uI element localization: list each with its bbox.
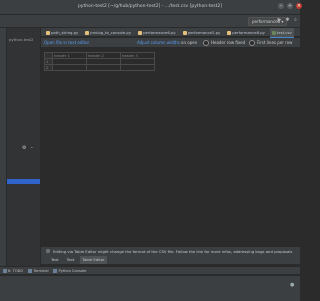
- first-col-checkbox[interactable]: [249, 40, 255, 46]
- table-cell[interactable]: [86, 64, 121, 71]
- settings-icon[interactable]: ⚙: [22, 145, 26, 151]
- editor-tabs: path_string.py jmvlog_to_console.py perf…: [41, 28, 300, 38]
- python-file-icon: [227, 30, 232, 35]
- debug-icon[interactable]: ✱: [284, 17, 291, 24]
- tab-jmvlog[interactable]: jmvlog_to_console.py: [83, 28, 133, 37]
- close-button[interactable]: ×: [296, 3, 302, 9]
- editor-mode-tabs: Text Text Table Editor: [41, 256, 300, 264]
- python-file-icon: [182, 30, 187, 35]
- tab-path-string[interactable]: path_string.py: [44, 28, 80, 37]
- project-panel: python-test2 ⚙ –: [7, 28, 41, 266]
- tab-test-csv[interactable]: test.csv: [269, 28, 294, 38]
- title-bar: python-test2 [~/g/hub/python-test2] - ..…: [0, 0, 302, 15]
- tab-performance8[interactable]: performance8.py: [225, 28, 267, 37]
- terminal-tool-button[interactable]: Terminal: [28, 267, 48, 275]
- open-in-text-editor-link[interactable]: Open file in text editor: [44, 38, 89, 47]
- tab-text[interactable]: Text: [49, 256, 61, 264]
- table-cell[interactable]: [52, 64, 87, 71]
- python-console-tool-button[interactable]: Python Console: [53, 267, 86, 275]
- info-text: Editing via Table Editor might change th…: [53, 249, 293, 254]
- python-file-icon: [138, 30, 143, 35]
- header-row-checkbox[interactable]: [203, 40, 209, 46]
- maximize-button[interactable]: +: [287, 3, 293, 9]
- terminal-icon: [28, 269, 33, 273]
- todo-icon: [3, 269, 7, 273]
- on-open-label: on open: [181, 40, 198, 45]
- status-bar: ●: [0, 275, 300, 301]
- project-root-label[interactable]: python-test2: [9, 37, 33, 42]
- info-icon: i: [46, 249, 50, 253]
- table-row: 2: [44, 64, 155, 71]
- left-tool-strip: [0, 28, 7, 266]
- python-file-icon: [46, 30, 50, 35]
- adjust-column-widths-link[interactable]: Adjust column widths: [137, 38, 180, 47]
- window-controls: – + ×: [278, 3, 302, 11]
- editor-area[interactable]: [41, 84, 300, 244]
- tab-performance6[interactable]: performance6.py: [136, 28, 178, 37]
- csv-toolbar: Open file in text editor Adjust column w…: [41, 38, 300, 48]
- search-icon[interactable]: ⌕: [292, 17, 299, 24]
- event-log-icon[interactable]: ●: [290, 282, 296, 288]
- python-file-icon: [85, 30, 90, 35]
- tab-table-editor[interactable]: Table Editor: [80, 256, 107, 264]
- run-icon[interactable]: ▶: [276, 17, 283, 24]
- csv-file-icon: [271, 30, 276, 35]
- csv-table: header 1 header 2 header 3 1 2: [44, 52, 155, 71]
- minimize-button[interactable]: –: [278, 3, 284, 9]
- window-title: python-test2 [~/g/hub/python-test2] - ..…: [77, 4, 223, 9]
- tab-text-2[interactable]: Text: [65, 256, 77, 264]
- info-bar: i Editing via Table Editor might change …: [41, 246, 300, 256]
- selected-tree-row[interactable]: [7, 179, 40, 184]
- first-col-label: First lines per row: [257, 40, 293, 45]
- row-number: 2: [44, 64, 53, 71]
- todo-tool-button[interactable]: 6: TODO: [3, 267, 23, 275]
- table-cell[interactable]: [120, 64, 155, 71]
- header-row-label: Header row fixed: [211, 40, 246, 45]
- tool-window-bar: 6: TODO Terminal Python Console: [0, 266, 300, 274]
- python-console-icon: [53, 269, 58, 273]
- minus-icon[interactable]: –: [30, 145, 33, 151]
- panel-actions: ⚙ –: [22, 145, 33, 151]
- main-toolbar: performance8 ▾ ▶ ✱ ⌕: [0, 15, 300, 28]
- tab-performance2[interactable]: performance2.py: [181, 28, 223, 37]
